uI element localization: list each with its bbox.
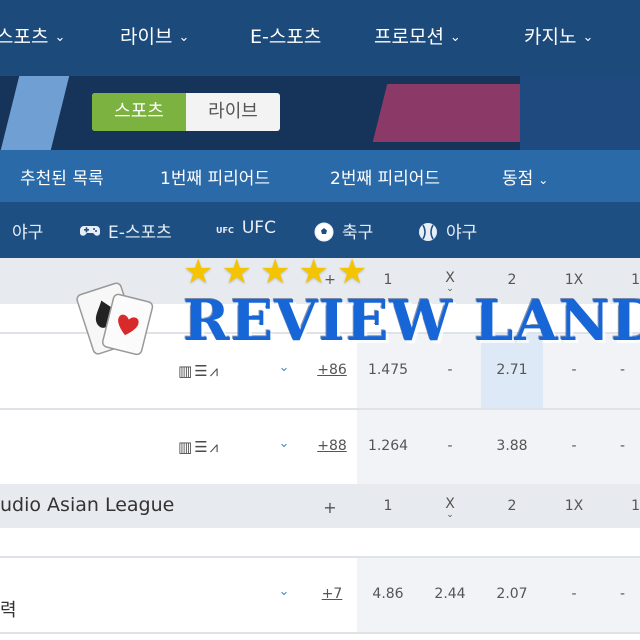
trend-chart-icon[interactable]: ⩘ [210, 362, 220, 380]
sport-soccer[interactable]: 축구 [314, 218, 373, 243]
more-markets-link[interactable]: +86 [315, 362, 349, 378]
toggle-sports-button[interactable]: 스포츠 [92, 93, 186, 131]
odds-12[interactable]: - [605, 362, 640, 378]
odds-1[interactable]: 4.86 [357, 586, 419, 602]
header-plus: + [323, 498, 337, 517]
banner-stripe [0, 76, 70, 150]
header-col-1: 1 [383, 498, 393, 514]
trend-chart-icon[interactable]: ⩘ [210, 438, 220, 456]
header-col-2: 2 [507, 272, 517, 288]
chevron-down-icon: ⌄ [446, 284, 454, 294]
sub-navigation: 추천된 목록 1번째 피리어드 2번째 피리어드 동점 ⌄ [0, 150, 640, 202]
header-col-2: 2 [507, 498, 517, 514]
odds-2[interactable]: 2.07 [481, 586, 543, 602]
tab-draw-label: 동점 [502, 169, 534, 189]
header-col-x: X ⌄ [419, 496, 481, 520]
toggle-live-button[interactable]: 라이브 [186, 93, 280, 131]
odds-1[interactable]: 1.264 [357, 438, 419, 454]
header-col-12: 12 [631, 498, 640, 514]
stats-icons[interactable]: ▥☰⩘ [178, 362, 220, 380]
odds-x[interactable]: - [419, 362, 481, 378]
sport-baseball-2[interactable]: 야구 [418, 218, 477, 243]
odds-1x[interactable]: - [543, 438, 605, 454]
nav-item-promotions-label: 프로모션 [374, 26, 444, 48]
expand-chevron-icon[interactable]: ⌄ [274, 360, 294, 375]
sport-baseball-2-label: 야구 [446, 223, 478, 243]
nav-item-live-label: 라이브 [120, 26, 173, 48]
odds-1[interactable]: 1.475 [357, 362, 419, 378]
table-row: ▥☰⩘ ⌄ +88 1.264 - 3.88 - - [0, 410, 640, 484]
more-markets-label: +7 [321, 586, 343, 602]
row-divider [0, 632, 640, 634]
sport-ufc-label: UFC [241, 218, 276, 238]
table-spacer [0, 528, 640, 556]
chevron-down-icon: ⌄ [538, 173, 549, 187]
nav-item-casino-label: 카지노 [524, 26, 577, 48]
sport-soccer-label: 축구 [342, 223, 374, 243]
header-col-x: X ⌄ [419, 270, 481, 294]
more-markets-link[interactable]: +88 [315, 438, 349, 454]
header-col-12: 12 [631, 272, 640, 288]
expand-chevron-icon[interactable]: ⌄ [274, 584, 294, 599]
promo-banner: 스포츠 라이브 [0, 76, 640, 150]
league-title[interactable]: udio Asian League [0, 494, 174, 516]
header-col-1: 1 [383, 272, 393, 288]
header-col-1x: 1X [564, 498, 584, 514]
table-row: ▥☰⩘ ⌄ +86 1.475 - 2.71 - - [0, 334, 640, 408]
nav-item-casino[interactable]: 카지노 ⌄ [524, 22, 593, 49]
bar-chart-icon[interactable]: ▥ [178, 362, 194, 380]
banner-stripe [520, 76, 640, 150]
more-markets-label: +88 [317, 438, 347, 454]
league-header: udio Asian League + 1 X⌄ 2 1X 12 [0, 484, 640, 528]
odds-12[interactable]: - [605, 438, 640, 454]
sport-esports[interactable]: E-스포츠 [80, 218, 172, 243]
soccer-ball-icon [314, 222, 334, 242]
odds-1x[interactable]: - [543, 586, 605, 602]
odds-2[interactable]: 3.88 [481, 438, 543, 454]
chevron-down-icon: ⌄ [449, 30, 461, 45]
header-col-1x: 1X [564, 272, 584, 288]
list-icon[interactable]: ☰ [194, 362, 209, 380]
sports-filter-bar: 야구 E-스포츠 UFC UFC 축구 야구 [0, 202, 640, 258]
table-header: + 1 X⌄ 2 1X 12 [0, 258, 640, 304]
expand-chevron-icon[interactable]: ⌄ [274, 436, 294, 451]
top-navigation: 스포츠 ⌄ 라이브 ⌄ E-스포츠 프로모션 ⌄ 카지노 ⌄ [0, 0, 640, 76]
chevron-down-icon: ⌄ [446, 510, 454, 520]
nav-item-sports-label: 스포츠 [0, 26, 49, 48]
nav-item-esports-label: E-스포츠 [250, 26, 322, 48]
odds-2[interactable]: 2.71 [481, 362, 543, 378]
table-row: 력 ⌄ +7 4.86 2.44 2.07 - - [0, 558, 640, 632]
ufc-icon: UFC [216, 226, 234, 235]
sport-baseball[interactable]: 야구 [12, 218, 43, 243]
chevron-down-icon: ⌄ [54, 30, 66, 45]
bar-chart-icon[interactable]: ▥ [178, 438, 194, 456]
tab-second-period[interactable]: 2번째 피리어드 [330, 164, 440, 189]
nav-item-esports[interactable]: E-스포츠 [250, 22, 321, 49]
baseball-icon [418, 222, 438, 242]
team-name: 력 [0, 600, 17, 621]
stats-icons[interactable]: ▥☰⩘ [178, 438, 220, 456]
nav-item-promotions[interactable]: 프로모션 ⌄ [374, 22, 461, 49]
odds-x[interactable]: 2.44 [419, 586, 481, 602]
list-icon[interactable]: ☰ [194, 438, 209, 456]
odds-1x[interactable]: - [543, 362, 605, 378]
more-markets-label: +86 [317, 362, 347, 378]
tab-recommended[interactable]: 추천된 목록 [20, 164, 104, 189]
table-spacer [0, 304, 640, 334]
header-plus: + [324, 272, 336, 288]
sport-esports-label: E-스포츠 [108, 223, 172, 243]
odds-table: + 1 X⌄ 2 1X 12 ▥☰⩘ ⌄ +86 1.475 - 2.71 - … [0, 258, 640, 640]
nav-item-sports[interactable]: 스포츠 ⌄ [0, 22, 65, 49]
sport-ufc[interactable]: UFC UFC [216, 218, 276, 238]
sports-live-toggle: 스포츠 라이브 [92, 93, 280, 131]
odds-12[interactable]: - [605, 586, 640, 602]
tab-first-period[interactable]: 1번째 피리어드 [160, 164, 270, 189]
gamepad-icon [80, 224, 100, 242]
odds-x[interactable]: - [419, 438, 481, 454]
more-markets-link[interactable]: +7 [315, 586, 349, 602]
nav-item-live[interactable]: 라이브 ⌄ [120, 22, 189, 49]
tab-draw[interactable]: 동점 ⌄ [502, 164, 548, 189]
chevron-down-icon: ⌄ [178, 30, 190, 45]
chevron-down-icon: ⌄ [582, 30, 594, 45]
